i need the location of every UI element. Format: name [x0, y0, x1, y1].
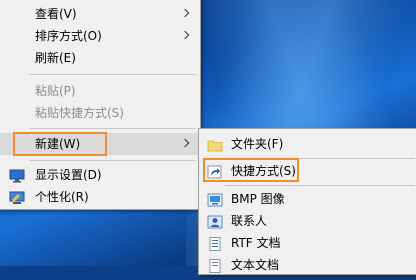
submenu-item-label: 文件夹(F): [231, 137, 284, 151]
menu-separator: [29, 160, 196, 161]
menu-item-paste-shortcut: 粘贴快捷方式(S): [0, 102, 200, 124]
submenu-item-label: 文本文档: [231, 258, 280, 272]
submenu-item-bmp-image[interactable]: BMP 图像: [199, 188, 416, 210]
rtf-document-icon: [207, 236, 223, 251]
menu-item-personalize[interactable]: 个性化(R): [0, 186, 200, 208]
menu-item-label: 排序方式(O): [35, 29, 102, 43]
submenu-item-label: 联系人: [231, 214, 268, 228]
submenu-item-label: RTF 文档: [231, 236, 281, 250]
submenu-item-contact[interactable]: 联系人: [199, 210, 416, 232]
submenu-item-folder[interactable]: 文件夹(F): [199, 133, 416, 155]
new-submenu: 文件夹(F) 快捷方式(S) BMP 图像 联系人 RTF 文档 文本文档: [198, 128, 416, 275]
menu-separator: [29, 128, 196, 129]
menu-item-label: 显示设置(D): [35, 168, 102, 182]
submenu-item-rtf-document[interactable]: RTF 文档: [199, 232, 416, 254]
menu-item-label: 刷新(E): [35, 51, 76, 65]
highlight-annotation-new: [13, 132, 107, 156]
highlight-annotation-shortcut: [203, 158, 299, 182]
menu-item-label: 个性化(R): [35, 190, 89, 204]
menu-item-label: 粘贴快捷方式(S): [35, 106, 124, 120]
desktop-context-menu: 查看(V) 排序方式(O) 刷新(E) 粘贴(P) 粘贴快捷方式(S) 新建(W…: [0, 0, 201, 210]
menu-item-label: 查看(V): [35, 7, 77, 21]
contact-icon: [207, 214, 223, 229]
menu-separator: [29, 74, 196, 75]
folder-icon: [207, 137, 223, 152]
menu-item-view[interactable]: 查看(V): [0, 3, 200, 25]
text-document-icon: [207, 258, 223, 273]
menu-item-label: 粘贴(P): [35, 84, 76, 98]
chevron-right-icon: [180, 8, 190, 18]
menu-item-paste: 粘贴(P): [0, 80, 200, 102]
menu-item-sort-by[interactable]: 排序方式(O): [0, 25, 200, 47]
display-settings-icon: [9, 168, 25, 183]
personalize-icon: [9, 190, 25, 204]
submenu-item-label: BMP 图像: [231, 192, 285, 206]
menu-item-display-settings[interactable]: 显示设置(D): [0, 164, 200, 186]
menu-separator: [225, 185, 415, 186]
menu-item-refresh[interactable]: 刷新(E): [0, 47, 200, 69]
chevron-right-icon: [180, 138, 190, 148]
chevron-right-icon: [180, 30, 190, 40]
bmp-image-icon: [207, 192, 223, 207]
submenu-item-text-document[interactable]: 文本文档: [199, 254, 416, 276]
